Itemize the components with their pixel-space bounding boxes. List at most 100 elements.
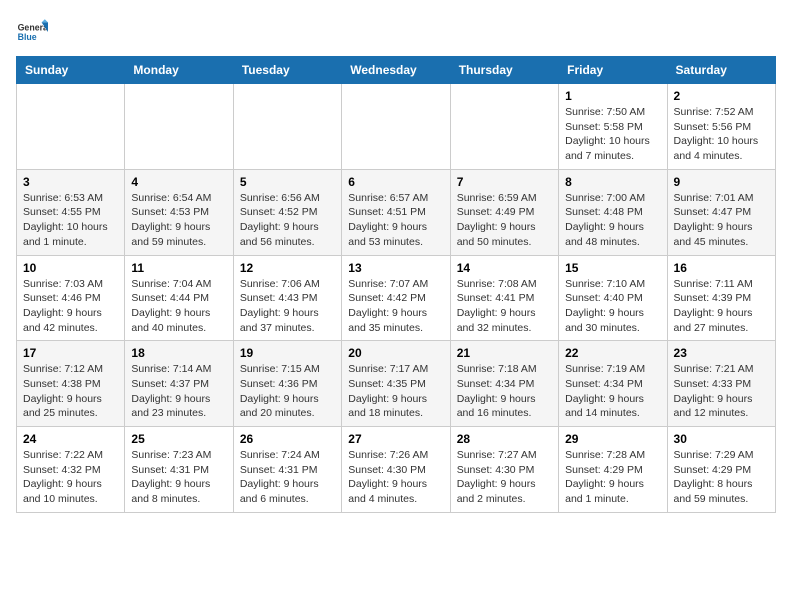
day-detail: Sunrise: 7:01 AM Sunset: 4:47 PM Dayligh…: [674, 191, 769, 250]
day-detail: Sunrise: 7:11 AM Sunset: 4:39 PM Dayligh…: [674, 277, 769, 336]
day-number: 18: [131, 346, 226, 360]
day-detail: Sunrise: 7:50 AM Sunset: 5:58 PM Dayligh…: [565, 105, 660, 164]
day-number: 17: [23, 346, 118, 360]
day-detail: Sunrise: 7:03 AM Sunset: 4:46 PM Dayligh…: [23, 277, 118, 336]
day-number: 30: [674, 432, 769, 446]
day-detail: Sunrise: 6:57 AM Sunset: 4:51 PM Dayligh…: [348, 191, 443, 250]
day-cell: 10 Sunrise: 7:03 AM Sunset: 4:46 PM Dayli…: [17, 255, 125, 341]
day-cell: 11 Sunrise: 7:04 AM Sunset: 4:44 PM Dayli…: [125, 255, 233, 341]
calendar-body: 1 Sunrise: 7:50 AM Sunset: 5:58 PM Daylig…: [17, 84, 776, 513]
calendar-header: SundayMondayTuesdayWednesdayThursdayFrid…: [17, 57, 776, 84]
day-detail: Sunrise: 7:04 AM Sunset: 4:44 PM Dayligh…: [131, 277, 226, 336]
day-number: 16: [674, 261, 769, 275]
day-detail: Sunrise: 7:52 AM Sunset: 5:56 PM Dayligh…: [674, 105, 769, 164]
day-detail: Sunrise: 7:28 AM Sunset: 4:29 PM Dayligh…: [565, 448, 660, 507]
day-detail: Sunrise: 7:18 AM Sunset: 4:34 PM Dayligh…: [457, 362, 552, 421]
day-detail: Sunrise: 7:22 AM Sunset: 4:32 PM Dayligh…: [23, 448, 118, 507]
day-number: 11: [131, 261, 226, 275]
day-number: 4: [131, 175, 226, 189]
day-number: 19: [240, 346, 335, 360]
day-cell: 5 Sunrise: 6:56 AM Sunset: 4:52 PM Daylig…: [233, 169, 341, 255]
day-detail: Sunrise: 7:29 AM Sunset: 4:29 PM Dayligh…: [674, 448, 769, 507]
day-cell: [233, 84, 341, 170]
weekday-header-saturday: Saturday: [667, 57, 775, 84]
weekday-header-friday: Friday: [559, 57, 667, 84]
day-cell: [450, 84, 558, 170]
day-cell: 7 Sunrise: 6:59 AM Sunset: 4:49 PM Daylig…: [450, 169, 558, 255]
day-number: 9: [674, 175, 769, 189]
weekday-header-wednesday: Wednesday: [342, 57, 450, 84]
day-cell: 4 Sunrise: 6:54 AM Sunset: 4:53 PM Daylig…: [125, 169, 233, 255]
day-cell: 25Sunrise: 7:23 AM Sunset: 4:31 PM Dayli…: [125, 427, 233, 513]
day-cell: 8 Sunrise: 7:00 AM Sunset: 4:48 PM Daylig…: [559, 169, 667, 255]
day-number: 1: [565, 89, 660, 103]
week-row-1: 1 Sunrise: 7:50 AM Sunset: 5:58 PM Daylig…: [17, 84, 776, 170]
day-cell: 18 Sunrise: 7:14 AM Sunset: 4:37 PM Dayli…: [125, 341, 233, 427]
day-cell: 26Sunrise: 7:24 AM Sunset: 4:31 PM Dayli…: [233, 427, 341, 513]
day-cell: 16 Sunrise: 7:11 AM Sunset: 4:39 PM Dayli…: [667, 255, 775, 341]
day-cell: 1 Sunrise: 7:50 AM Sunset: 5:58 PM Daylig…: [559, 84, 667, 170]
weekday-header-thursday: Thursday: [450, 57, 558, 84]
week-row-2: 3 Sunrise: 6:53 AM Sunset: 4:55 PM Daylig…: [17, 169, 776, 255]
svg-text:Blue: Blue: [18, 32, 37, 42]
day-number: 2: [674, 89, 769, 103]
day-detail: Sunrise: 7:15 AM Sunset: 4:36 PM Dayligh…: [240, 362, 335, 421]
day-number: 24: [23, 432, 118, 446]
day-number: 23: [674, 346, 769, 360]
calendar-table: SundayMondayTuesdayWednesdayThursdayFrid…: [16, 56, 776, 513]
logo: General Blue: [16, 16, 48, 48]
day-detail: Sunrise: 7:21 AM Sunset: 4:33 PM Dayligh…: [674, 362, 769, 421]
weekday-header-row: SundayMondayTuesdayWednesdayThursdayFrid…: [17, 57, 776, 84]
week-row-4: 17 Sunrise: 7:12 AM Sunset: 4:38 PM Dayli…: [17, 341, 776, 427]
week-row-3: 10 Sunrise: 7:03 AM Sunset: 4:46 PM Dayli…: [17, 255, 776, 341]
day-number: 22: [565, 346, 660, 360]
day-number: 26: [240, 432, 335, 446]
day-detail: Sunrise: 7:10 AM Sunset: 4:40 PM Dayligh…: [565, 277, 660, 336]
day-number: 3: [23, 175, 118, 189]
day-cell: 27Sunrise: 7:26 AM Sunset: 4:30 PM Dayli…: [342, 427, 450, 513]
weekday-header-sunday: Sunday: [17, 57, 125, 84]
day-cell: 13Sunrise: 7:07 AM Sunset: 4:42 PM Dayli…: [342, 255, 450, 341]
day-number: 5: [240, 175, 335, 189]
day-number: 6: [348, 175, 443, 189]
day-cell: [17, 84, 125, 170]
day-cell: 17 Sunrise: 7:12 AM Sunset: 4:38 PM Dayli…: [17, 341, 125, 427]
day-detail: Sunrise: 7:00 AM Sunset: 4:48 PM Dayligh…: [565, 191, 660, 250]
weekday-header-monday: Monday: [125, 57, 233, 84]
day-cell: [342, 84, 450, 170]
day-detail: Sunrise: 7:12 AM Sunset: 4:38 PM Dayligh…: [23, 362, 118, 421]
day-number: 29: [565, 432, 660, 446]
day-cell: 28Sunrise: 7:27 AM Sunset: 4:30 PM Dayli…: [450, 427, 558, 513]
day-cell: 24 Sunrise: 7:22 AM Sunset: 4:32 PM Dayli…: [17, 427, 125, 513]
day-detail: Sunrise: 6:59 AM Sunset: 4:49 PM Dayligh…: [457, 191, 552, 250]
day-cell: 21 Sunrise: 7:18 AM Sunset: 4:34 PM Dayli…: [450, 341, 558, 427]
day-number: 25: [131, 432, 226, 446]
day-cell: 22Sunrise: 7:19 AM Sunset: 4:34 PM Dayli…: [559, 341, 667, 427]
day-number: 28: [457, 432, 552, 446]
day-detail: Sunrise: 6:56 AM Sunset: 4:52 PM Dayligh…: [240, 191, 335, 250]
day-number: 7: [457, 175, 552, 189]
day-number: 20: [348, 346, 443, 360]
day-detail: Sunrise: 7:08 AM Sunset: 4:41 PM Dayligh…: [457, 277, 552, 336]
day-cell: 9 Sunrise: 7:01 AM Sunset: 4:47 PM Daylig…: [667, 169, 775, 255]
day-detail: Sunrise: 7:07 AM Sunset: 4:42 PM Dayligh…: [348, 277, 443, 336]
day-number: 10: [23, 261, 118, 275]
day-cell: 15Sunrise: 7:10 AM Sunset: 4:40 PM Dayli…: [559, 255, 667, 341]
day-number: 8: [565, 175, 660, 189]
day-number: 12: [240, 261, 335, 275]
day-number: 14: [457, 261, 552, 275]
header: General Blue: [16, 16, 776, 48]
day-cell: 12 Sunrise: 7:06 AM Sunset: 4:43 PM Dayli…: [233, 255, 341, 341]
day-cell: 29 Sunrise: 7:28 AM Sunset: 4:29 PM Dayli…: [559, 427, 667, 513]
day-number: 21: [457, 346, 552, 360]
day-detail: Sunrise: 6:53 AM Sunset: 4:55 PM Dayligh…: [23, 191, 118, 250]
day-detail: Sunrise: 7:26 AM Sunset: 4:30 PM Dayligh…: [348, 448, 443, 507]
day-cell: [125, 84, 233, 170]
day-cell: 20 Sunrise: 7:17 AM Sunset: 4:35 PM Dayli…: [342, 341, 450, 427]
day-detail: Sunrise: 7:14 AM Sunset: 4:37 PM Dayligh…: [131, 362, 226, 421]
day-cell: 6 Sunrise: 6:57 AM Sunset: 4:51 PM Daylig…: [342, 169, 450, 255]
day-detail: Sunrise: 7:06 AM Sunset: 4:43 PM Dayligh…: [240, 277, 335, 336]
day-cell: 30 Sunrise: 7:29 AM Sunset: 4:29 PM Dayli…: [667, 427, 775, 513]
day-detail: Sunrise: 7:17 AM Sunset: 4:35 PM Dayligh…: [348, 362, 443, 421]
day-detail: Sunrise: 6:54 AM Sunset: 4:53 PM Dayligh…: [131, 191, 226, 250]
